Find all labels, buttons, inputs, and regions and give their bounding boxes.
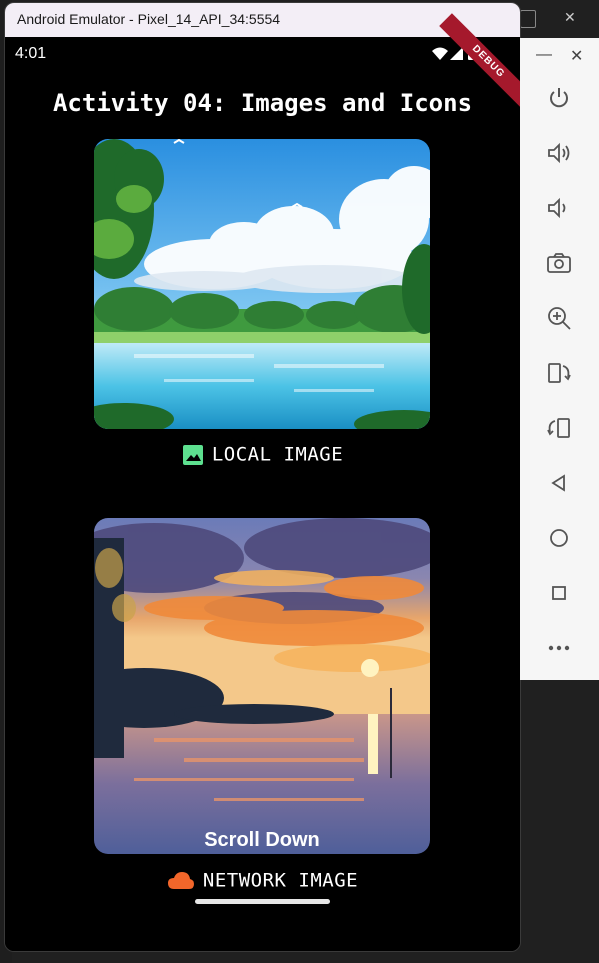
- local-caption-text: LOCAL IMAGE: [211, 443, 344, 466]
- more-button[interactable]: [544, 633, 574, 663]
- volume-up-button[interactable]: [544, 138, 574, 168]
- home-gesture-bar[interactable]: [195, 899, 330, 904]
- rotate-right-button[interactable]: [544, 413, 574, 443]
- status-clock: 4:01: [15, 45, 47, 62]
- image-icon: [182, 444, 203, 465]
- volume-up-icon: [548, 142, 570, 164]
- background-window-bar: ✕: [520, 0, 599, 38]
- window-layout-icon: [520, 10, 536, 28]
- page-title: Activity 04: Images and Icons: [52, 89, 473, 117]
- status-bar: 4:01 DEBUG: [5, 13, 520, 111]
- zoom-in-icon: [548, 307, 571, 330]
- wifi-icon: [432, 47, 448, 60]
- screenshot-button[interactable]: [544, 248, 574, 278]
- network-caption-text: NETWORK IMAGE: [202, 869, 359, 892]
- overview-button[interactable]: [544, 578, 574, 608]
- emulator-window: Android Emulator - Pixel_14_API_34:5554 …: [4, 2, 521, 952]
- rotate-left-icon: [548, 363, 571, 383]
- network-image-caption: NETWORK IMAGE: [5, 869, 520, 892]
- power-button[interactable]: [544, 83, 574, 113]
- overview-icon: [552, 586, 566, 600]
- more-icon: [548, 645, 570, 651]
- phone-screen[interactable]: 4:01 DEBUG Activity 04: Images and Icons: [5, 13, 520, 951]
- window-title: Android Emulator - Pixel_14_API_34:5554: [17, 11, 281, 27]
- local-image-caption: LOCAL IMAGE: [5, 443, 520, 466]
- power-icon: [550, 88, 568, 108]
- local-image: [94, 139, 430, 429]
- home-button[interactable]: [544, 523, 574, 553]
- scroll-hint: Scroll Down: [204, 829, 320, 851]
- zoom-button[interactable]: [544, 303, 574, 333]
- volume-down-icon: [548, 197, 566, 219]
- camera-icon: [547, 253, 571, 273]
- network-image: [94, 518, 430, 854]
- back-icon: [551, 474, 565, 492]
- cloud-icon: [167, 871, 194, 889]
- minimize-button[interactable]: —: [536, 46, 552, 64]
- close-button[interactable]: ✕: [570, 46, 583, 66]
- background-close-icon: ✕: [564, 10, 576, 26]
- emulator-titlebar[interactable]: Android Emulator - Pixel_14_API_34:5554: [5, 3, 520, 37]
- rotate-left-button[interactable]: [544, 358, 574, 388]
- signal-icon: [450, 47, 463, 60]
- back-button[interactable]: [544, 468, 574, 498]
- volume-down-button[interactable]: [544, 193, 574, 223]
- rotate-right-icon: [547, 418, 570, 438]
- emulator-side-panel: — ✕: [520, 38, 599, 680]
- home-icon: [550, 529, 568, 547]
